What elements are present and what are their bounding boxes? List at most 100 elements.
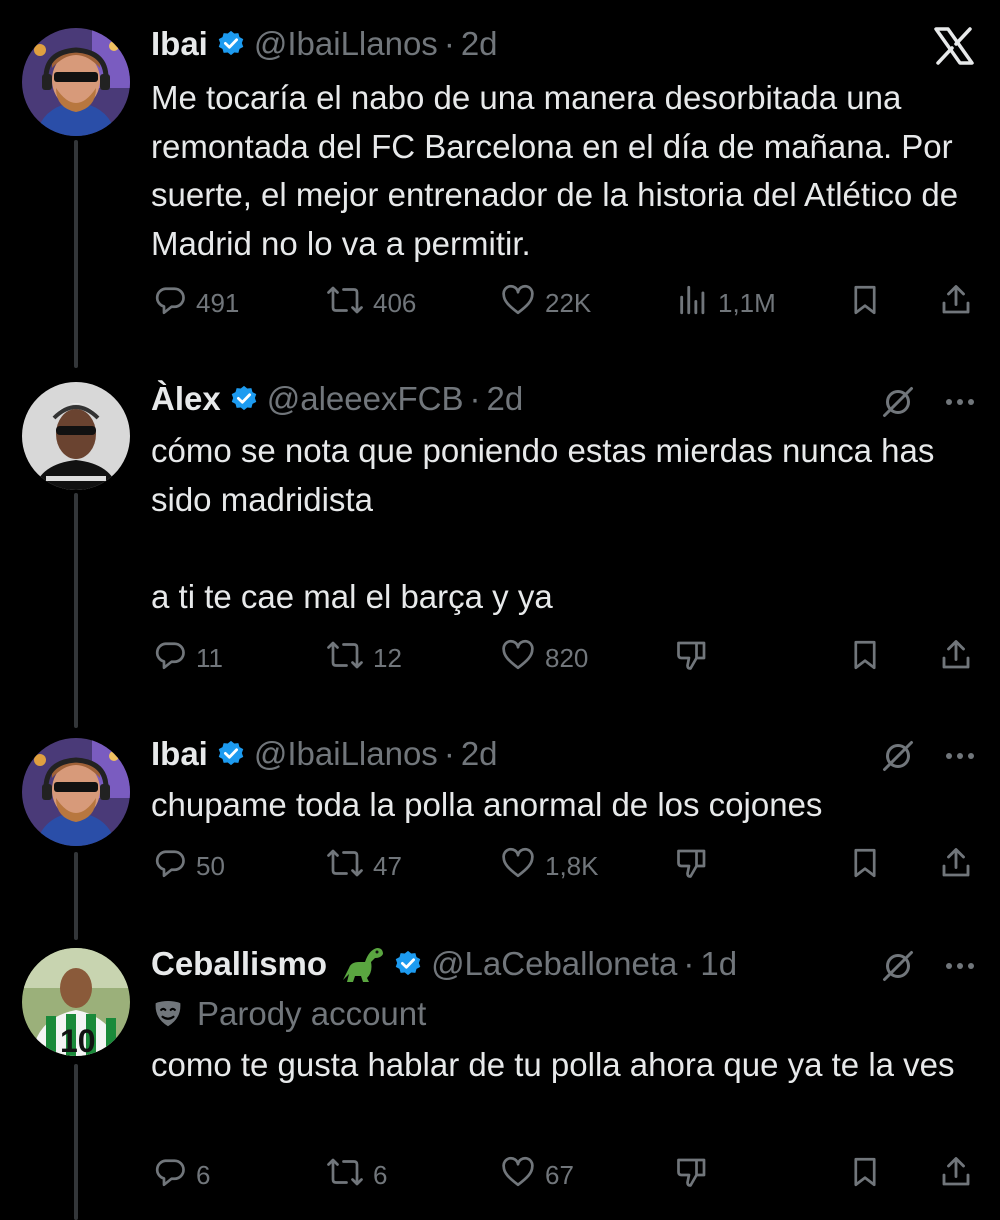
- views-count: 1,1M: [718, 287, 776, 318]
- like-icon: [499, 1154, 537, 1197]
- display-name[interactable]: Àlex: [151, 380, 221, 418]
- parody-label: Parody account: [151, 994, 426, 1034]
- timestamp[interactable]: 2d: [461, 735, 498, 773]
- repost-button[interactable]: 406: [325, 283, 416, 323]
- tweet[interactable]: Ibai @IbaiLlanos · 2d chupame toda la po…: [0, 732, 1000, 942]
- repost-icon: [325, 637, 365, 680]
- repost-button[interactable]: 6: [325, 1155, 387, 1195]
- like-count: 22K: [545, 287, 592, 318]
- like-icon: [499, 637, 537, 680]
- repost-count: 406: [373, 287, 417, 318]
- verified-badge-icon[interactable]: [393, 949, 423, 979]
- repost-count: 12: [373, 642, 402, 673]
- display-name[interactable]: Ceballismo: [151, 945, 327, 983]
- dinosaur-emoji-icon: [339, 944, 385, 984]
- avatar[interactable]: [22, 28, 130, 136]
- repost-icon: [325, 282, 365, 325]
- share-button[interactable]: [938, 1155, 974, 1195]
- reply-count: 6: [196, 1159, 211, 1190]
- like-count: 1,8K: [545, 850, 599, 881]
- share-icon: [938, 282, 974, 325]
- dislike-icon: [674, 845, 710, 888]
- bookmark-icon: [848, 637, 882, 680]
- action-bar: 6 6 67: [0, 1155, 1000, 1195]
- tweet[interactable]: 10 Ceballismo @LaCeballoneta · 1d Parody…: [0, 942, 1000, 1220]
- like-button[interactable]: 1,8K: [499, 846, 599, 886]
- grok-icon[interactable]: [876, 734, 920, 778]
- user-handle[interactable]: @LaCeballoneta: [431, 945, 677, 983]
- share-icon: [938, 1154, 974, 1197]
- action-bar: 491 406 22K 1,1M: [0, 283, 1000, 323]
- reply-button[interactable]: 6: [152, 1155, 210, 1195]
- display-name[interactable]: Ibai: [151, 735, 208, 773]
- grok-icon[interactable]: [876, 944, 920, 988]
- like-icon: [499, 845, 537, 888]
- avatar[interactable]: [22, 382, 130, 490]
- tweet[interactable]: Àlex @aleeexFCB · 2d cómo se nota que po…: [0, 360, 1000, 732]
- views-icon: [676, 282, 710, 325]
- bookmark-button[interactable]: [848, 638, 882, 678]
- bookmark-icon: [848, 845, 882, 888]
- parody-text: Parody account: [197, 995, 427, 1032]
- dislike-button[interactable]: [674, 846, 710, 886]
- bookmark-button[interactable]: [848, 846, 882, 886]
- tweet-text: como te gusta hablar de tu polla ahora q…: [151, 1046, 955, 1083]
- user-handle[interactable]: @aleeexFCB: [267, 380, 464, 418]
- repost-button[interactable]: 47: [325, 846, 402, 886]
- repost-button[interactable]: 12: [325, 638, 402, 678]
- timestamp[interactable]: 2d: [461, 25, 498, 63]
- views-button[interactable]: 1,1M: [676, 283, 776, 323]
- repost-icon: [325, 845, 365, 888]
- tweet-text: cómo se nota que poniendo estas mierdas …: [151, 432, 935, 615]
- verified-badge-icon[interactable]: [229, 384, 259, 414]
- reply-icon: [152, 845, 188, 888]
- like-count: 67: [545, 1159, 574, 1190]
- timestamp[interactable]: 1d: [700, 945, 737, 983]
- share-icon: [938, 845, 974, 888]
- dislike-icon: [674, 637, 710, 680]
- more-icon[interactable]: [938, 944, 982, 988]
- reply-icon: [152, 637, 188, 680]
- dislike-button[interactable]: [674, 1155, 710, 1195]
- share-button[interactable]: [938, 846, 974, 886]
- more-icon[interactable]: [938, 380, 982, 424]
- share-icon: [938, 637, 974, 680]
- tweet-text: chupame toda la polla anormal de los coj…: [151, 786, 823, 823]
- share-button[interactable]: [938, 638, 974, 678]
- share-button[interactable]: [938, 283, 974, 323]
- dislike-button[interactable]: [674, 638, 710, 678]
- grok-icon[interactable]: [876, 380, 920, 424]
- tweet-text: Me tocaría el nabo de una manera desorbi…: [151, 79, 968, 262]
- user-handle[interactable]: @IbaiLlanos: [254, 25, 438, 63]
- tweet-header: Ceballismo @LaCeballoneta · 1d: [151, 942, 737, 986]
- tweet-header: Ibai @IbaiLlanos · 2d: [151, 22, 498, 66]
- more-icon[interactable]: [938, 734, 982, 778]
- reply-count: 491: [196, 287, 240, 318]
- like-button[interactable]: 820: [499, 638, 588, 678]
- reply-count: 11: [196, 642, 223, 673]
- tweet[interactable]: Ibai @IbaiLlanos · 2d Me tocaría el nabo…: [0, 0, 1000, 360]
- bookmark-button[interactable]: [848, 1155, 882, 1195]
- like-icon: [499, 282, 537, 325]
- verified-badge-icon[interactable]: [216, 739, 246, 769]
- separator-dot: ·: [443, 25, 455, 62]
- action-bar: 11 12 820: [0, 638, 1000, 678]
- parody-mask-icon: [151, 999, 185, 1029]
- timestamp[interactable]: 2d: [486, 380, 523, 418]
- bookmark-icon: [848, 282, 882, 325]
- reply-button[interactable]: 11: [152, 638, 223, 678]
- like-button[interactable]: 22K: [499, 283, 591, 323]
- separator-dot: ·: [469, 380, 481, 417]
- bookmark-button[interactable]: [848, 283, 882, 323]
- user-handle[interactable]: @IbaiLlanos: [254, 735, 438, 773]
- reply-button[interactable]: 491: [152, 283, 239, 323]
- reply-button[interactable]: 50: [152, 846, 225, 886]
- avatar[interactable]: 10: [22, 948, 130, 1056]
- separator-dot: ·: [683, 945, 695, 982]
- verified-badge-icon[interactable]: [216, 29, 246, 59]
- like-button[interactable]: 67: [499, 1155, 574, 1195]
- avatar[interactable]: [22, 738, 130, 846]
- tweet-header: Àlex @aleeexFCB · 2d: [151, 377, 523, 421]
- reply-icon: [152, 282, 188, 325]
- display-name[interactable]: Ibai: [151, 25, 208, 63]
